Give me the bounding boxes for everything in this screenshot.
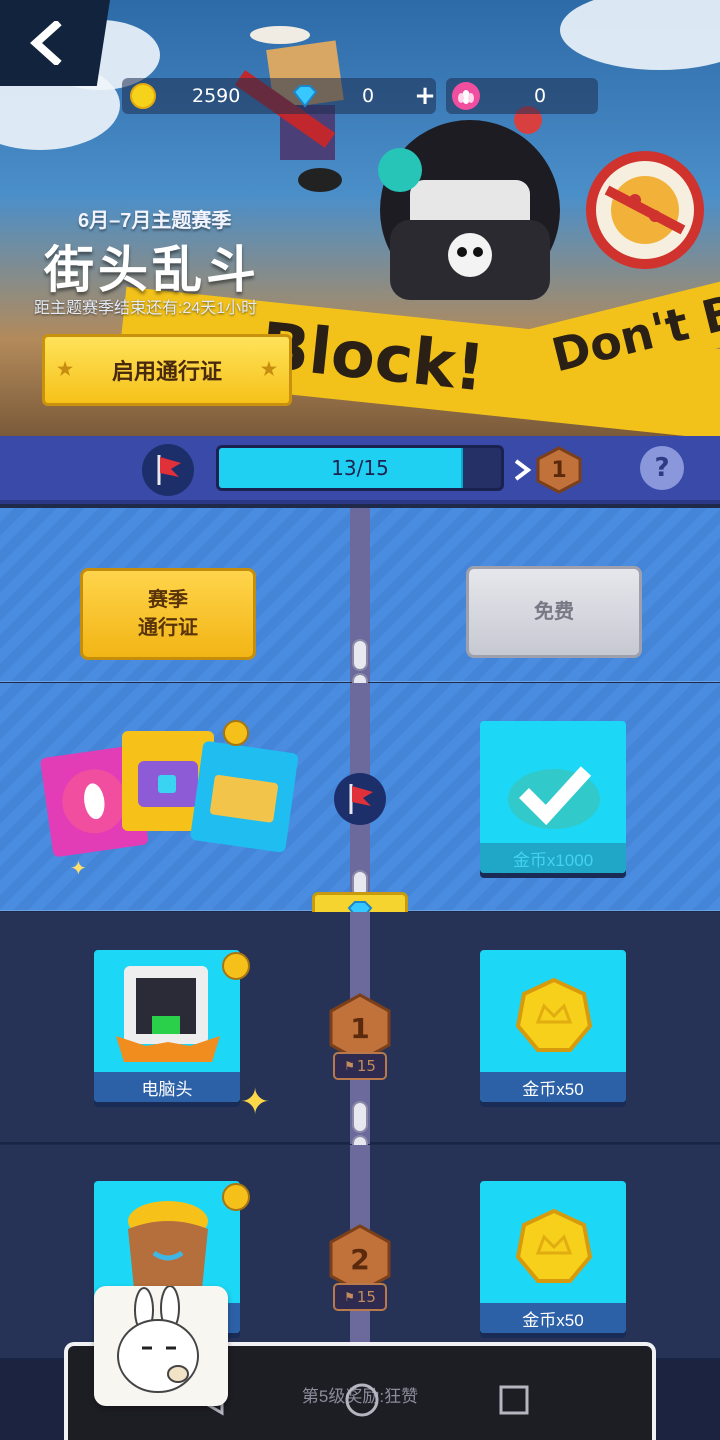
- rabbit-sticker: [94, 1285, 228, 1406]
- diamond-icon: [292, 85, 318, 108]
- premium-reward-label: 电脑头: [94, 1072, 240, 1102]
- flag-icon: ⚑: [344, 1290, 355, 1304]
- star-icon: ★: [260, 359, 277, 379]
- season-pass-ticket[interactable]: 赛季 通行证: [80, 568, 256, 660]
- season-banner: Block! Don't B 2590 0 + 0 6月–7月主题赛季 街头乱斗…: [0, 0, 720, 436]
- track-header-row: 赛季通行证 免费: [0, 508, 720, 705]
- level-row: 电脑头 ✦ 1 ⚑ 15 金币x50: [0, 912, 720, 1167]
- progress-track: 13/15: [216, 445, 504, 491]
- flag-icon: [142, 444, 194, 496]
- flag-requirement: ⚑ 15: [333, 1052, 387, 1080]
- claimed-reward-tile[interactable]: 金币x1000: [480, 721, 626, 873]
- claimed-reward-label: 金币x1000: [480, 843, 626, 873]
- free-reward-tile[interactable]: 金币x50: [480, 950, 626, 1102]
- coin-counter: 2590 0 +: [122, 78, 436, 114]
- free-track-ticket: 免费: [466, 566, 642, 658]
- token-amount: 0: [534, 85, 547, 107]
- cloud-decoration: [560, 0, 720, 70]
- flag-count: 15: [356, 1288, 376, 1306]
- lotus-token-icon: [452, 82, 480, 110]
- flag-requirement: ⚑ 15: [333, 1283, 387, 1311]
- activate-pass-label: 启用通行证: [111, 359, 222, 384]
- help-button[interactable]: ?: [640, 446, 684, 490]
- no-pizza-sign-icon: [586, 151, 704, 269]
- free-reward-tile[interactable]: 金币x50: [480, 1181, 626, 1333]
- nav-home-icon[interactable]: [344, 1382, 380, 1418]
- current-level-flag-icon: [334, 773, 386, 825]
- season-title: 街头乱斗: [44, 242, 260, 298]
- season-progress-bar: 13/15 1 ?: [0, 436, 720, 504]
- gem-amount: 0: [362, 85, 375, 107]
- token-counter: 0: [446, 78, 598, 114]
- premium-bundle-cards: ✦: [40, 720, 299, 879]
- chevron-right-icon: [514, 459, 532, 481]
- season-subtitle: 6月–7月主题赛季: [78, 210, 232, 232]
- back-button[interactable]: [0, 0, 110, 86]
- pass-ticket-line: 赛季: [148, 589, 188, 611]
- svg-text:✦: ✦: [70, 856, 87, 879]
- next-level-number: 1: [551, 457, 567, 483]
- premium-reward-tile[interactable]: 电脑头: [94, 950, 240, 1102]
- computer-head-icon: [116, 966, 220, 1062]
- nav-recents-icon[interactable]: [498, 1384, 530, 1416]
- flag-count: 15: [356, 1057, 376, 1075]
- checkmark-icon: [508, 766, 600, 829]
- free-ticket-label: 免费: [534, 601, 574, 623]
- chevron-left-icon: [30, 21, 62, 65]
- current-reward-row: ✦ 金币x1000: [0, 683, 720, 911]
- next-level-badge: 1: [536, 446, 582, 494]
- flag-icon: ⚑: [344, 1059, 355, 1073]
- lock-icon: [222, 1183, 250, 1211]
- coin-icon: [130, 83, 156, 109]
- activate-pass-button[interactable]: ★ 启用通行证 ★: [42, 334, 292, 406]
- rabbit-thinking-icon: [117, 1285, 199, 1393]
- add-gems-button[interactable]: +: [414, 81, 436, 111]
- lock-icon: [222, 952, 250, 980]
- free-reward-label: 金币x50: [480, 1072, 626, 1102]
- progress-text: 13/15: [331, 456, 389, 480]
- coin-icon: [515, 977, 593, 1052]
- sparkle-icon: ✦: [240, 1082, 271, 1123]
- pass-ticket-line: 通行证: [138, 617, 198, 639]
- coin-amount: 2590: [192, 85, 241, 107]
- coin-icon: [515, 1208, 593, 1283]
- free-reward-label: 金币x50: [480, 1303, 626, 1333]
- star-icon: ★: [57, 359, 74, 379]
- season-remaining-time: 距主题赛季结束还有:24天1小时: [34, 300, 258, 317]
